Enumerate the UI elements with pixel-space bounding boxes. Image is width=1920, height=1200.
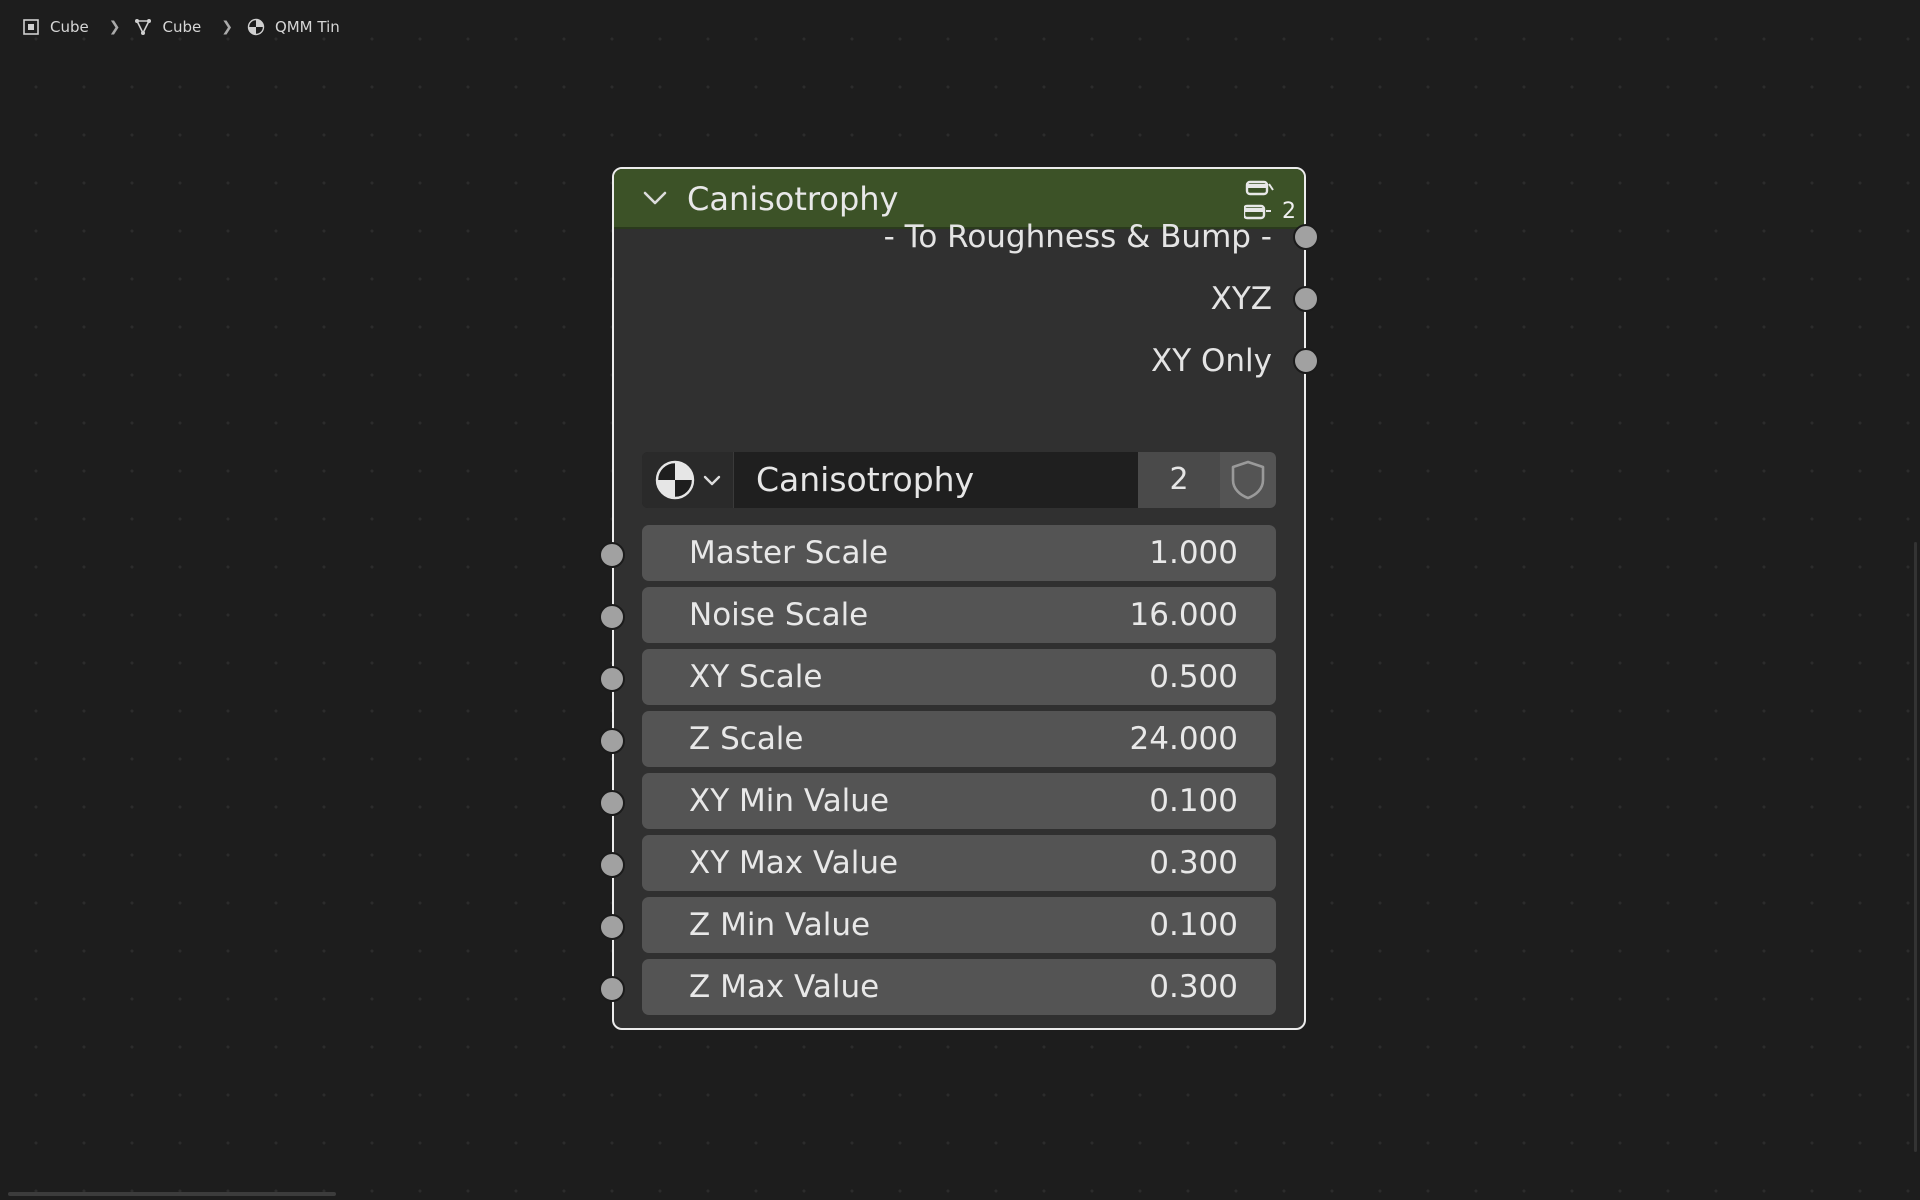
input-socket[interactable] [599,790,625,816]
input-socket-row: Z Max Value 0.300 [599,959,1304,1015]
input-socket[interactable] [599,914,625,940]
node-group-name-field[interactable]: Canisotrophy [734,452,1138,508]
field-label: XY Max Value [689,845,899,881]
field-value: 0.300 [1149,969,1238,1005]
breadcrumb-label: Cube [50,18,89,36]
output-socket[interactable] [1293,224,1319,250]
user-count-button[interactable]: 2 [1138,452,1220,508]
field-value: 0.300 [1149,845,1238,881]
horizontal-scrollbar[interactable] [8,1192,336,1196]
chevron-down-icon [703,475,721,486]
field-value: 16.000 [1129,597,1238,633]
breadcrumb: Cube ❯ Cube ❯ QMM Tin [22,16,340,38]
output-label: XY Only [1150,343,1272,379]
noise-scale-field[interactable]: Noise Scale 16.000 [642,587,1276,643]
output-label: XYZ [1210,281,1272,317]
node-title: Canisotrophy [687,180,899,218]
input-socket-row: Master Scale 1.000 [599,525,1304,581]
chevron-down-icon[interactable] [642,185,668,211]
field-label: Z Min Value [689,907,871,943]
chevron-right-icon: ❯ [108,19,121,35]
input-socket-row: Z Scale 24.000 [599,711,1304,767]
field-value: 1.000 [1149,535,1238,571]
output-socket[interactable] [1293,348,1319,374]
group-node[interactable]: Canisotrophy 2 - To Roughness & Bump - X… [599,167,1319,1030]
output-socket[interactable] [1293,286,1319,312]
field-value: 0.100 [1149,907,1238,943]
field-label: XY Scale [689,659,823,695]
input-socket[interactable] [599,728,625,754]
input-socket[interactable] [599,604,625,630]
input-socket[interactable] [599,852,625,878]
input-socket-row: XY Scale 0.500 [599,649,1304,705]
z-min-value-field[interactable]: Z Min Value 0.100 [642,897,1276,953]
field-value: 24.000 [1129,721,1238,757]
input-socket[interactable] [599,666,625,692]
shield-icon [1231,460,1265,500]
field-value: 0.100 [1149,783,1238,819]
xy-max-value-field[interactable]: XY Max Value 0.300 [642,835,1276,891]
master-scale-field[interactable]: Master Scale 1.000 [642,525,1276,581]
xy-min-value-field[interactable]: XY Min Value 0.100 [642,773,1276,829]
node-editor-canvas[interactable]: Cube ❯ Cube ❯ QMM Tin Canisotrophy 2 - T… [0,0,1920,1200]
output-socket-row: XY Only [614,341,1319,381]
object-icon [23,19,39,35]
input-socket-row: Noise Scale 16.000 [599,587,1304,643]
node-tree-icon [655,460,695,500]
breadcrumb-label: QMM Tin [274,18,340,36]
breadcrumb-item-object: Cube [22,18,89,36]
field-label: Z Max Value [689,969,880,1005]
z-scale-field[interactable]: Z Scale 24.000 [642,711,1276,767]
input-socket-row: Z Min Value 0.100 [599,897,1304,953]
node-group-icon[interactable] [1244,178,1274,220]
z-max-value-field[interactable]: Z Max Value 0.300 [642,959,1276,1015]
material-icon [247,18,265,36]
field-value: 0.500 [1149,659,1238,695]
field-label: XY Min Value [689,783,890,819]
output-socket-row: - To Roughness & Bump - [614,217,1319,257]
fake-user-button[interactable] [1220,452,1276,508]
xy-scale-field[interactable]: XY Scale 0.500 [642,649,1276,705]
field-label: Master Scale [689,535,889,571]
input-socket-row: XY Min Value 0.100 [599,773,1304,829]
mesh-data-icon [135,19,152,35]
input-socket[interactable] [599,976,625,1002]
breadcrumb-item-material: QMM Tin [247,18,340,36]
vertical-scrollbar[interactable] [1914,542,1917,1152]
breadcrumb-item-mesh: Cube [134,18,201,36]
breadcrumb-label: Cube [162,18,202,36]
field-label: Z Scale [689,721,804,757]
input-socket[interactable] [599,542,625,568]
output-socket-row: XYZ [614,279,1319,319]
input-socket-row: XY Max Value 0.300 [599,835,1304,891]
node-group-selector: Canisotrophy 2 [642,452,1276,508]
output-label: - To Roughness & Bump - [883,219,1272,255]
field-label: Noise Scale [689,597,869,633]
chevron-right-icon: ❯ [221,19,233,35]
browse-node-group-button[interactable] [642,452,734,508]
